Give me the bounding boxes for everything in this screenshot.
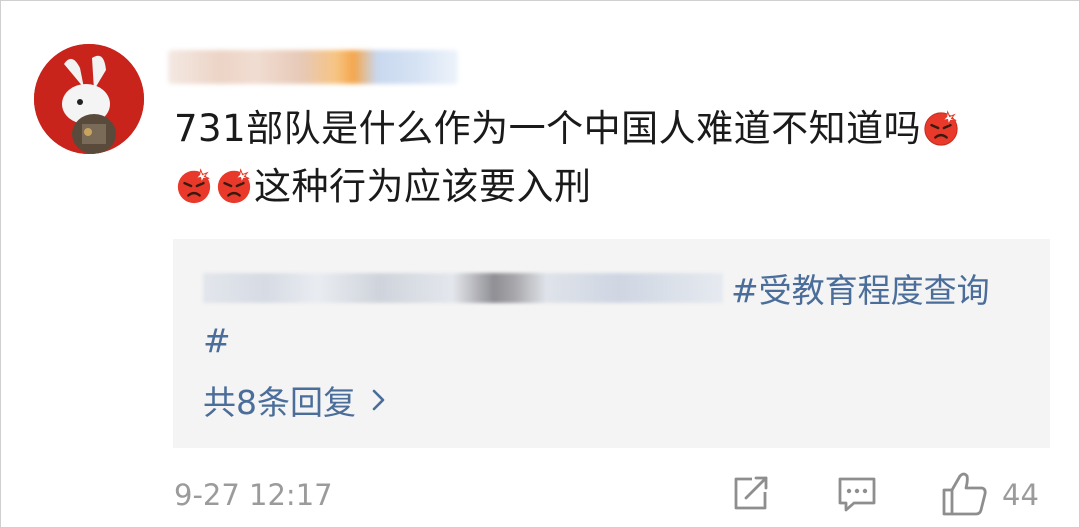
like-button[interactable]: [940, 470, 990, 522]
angry-face-icon: [217, 168, 251, 204]
share-icon: [734, 476, 768, 510]
angry-face-icon: [177, 168, 211, 204]
angry-face-icon: [924, 110, 958, 146]
like-count: 44: [1002, 478, 1039, 512]
username-blur: [168, 50, 458, 84]
share-button[interactable]: [728, 470, 774, 520]
comment-bubble-icon: [838, 477, 876, 512]
avatar[interactable]: [34, 44, 144, 154]
reply-comment-button[interactable]: [834, 470, 880, 520]
hashtag-link-end[interactable]: #: [203, 321, 231, 360]
chevron-right-icon: [372, 389, 385, 411]
view-replies-button[interactable]: 共8条回复: [203, 377, 388, 423]
reply-first-line: #受教育程度查询: [203, 265, 1033, 311]
comment-line-1: 731部队是什么作为一个中国人难道不知道吗: [174, 107, 922, 150]
hashtag-link[interactable]: #受教育程度查询: [731, 264, 990, 312]
comment-timestamp: 9-27 12:17: [174, 478, 333, 512]
rabbit-avatar-icon: [34, 44, 144, 154]
comment-text: 731部队是什么作为一个中国人难道不知道吗 这种行为应该要入刑: [174, 100, 1054, 216]
thumbs-up-icon: [942, 472, 987, 516]
reply-preview[interactable]: #受教育程度查询 # 共8条回复: [173, 239, 1050, 448]
reply-count-label: 共8条回复: [203, 383, 356, 422]
username-redacted[interactable]: [168, 44, 468, 90]
comment-line-2: 这种行为应该要入刑: [254, 165, 592, 208]
reply-text-redacted: [203, 273, 723, 303]
